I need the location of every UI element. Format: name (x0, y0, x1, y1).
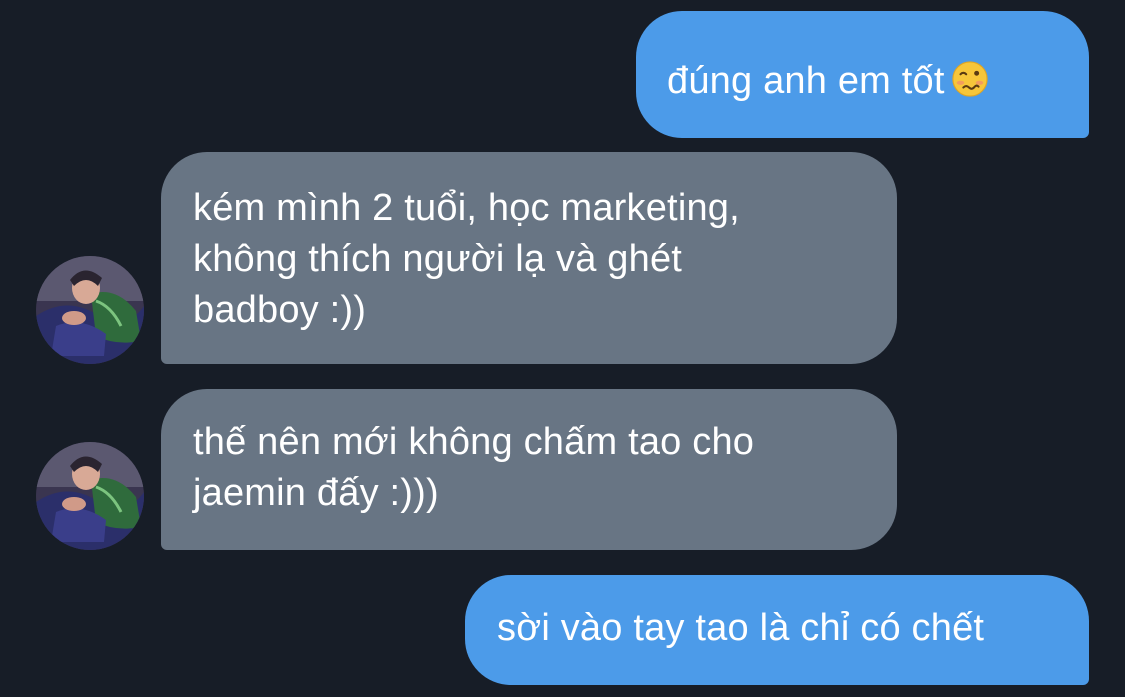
avatar[interactable] (36, 256, 144, 364)
message-bubble-outgoing[interactable]: sời vào tay tao là chỉ có chết (465, 575, 1089, 685)
message-text: thế nên mới không chấm tao cho (193, 421, 755, 463)
message-text: sời vào tay tao là chỉ có chết (497, 607, 985, 649)
message-text: kém mình 2 tuổi, học marketing, (193, 187, 740, 229)
woozy-face-icon (951, 61, 988, 97)
message-bubble-incoming[interactable]: kém mình 2 tuổi, học marketing, không th… (161, 152, 897, 364)
message-text: đúng anh em tốt (667, 56, 1089, 107)
avatar-photo (36, 256, 144, 364)
avatar[interactable] (36, 442, 144, 550)
chat-thread: đúng anh em tốt kém mình 2 tuổi, học mar… (0, 0, 1125, 697)
message-text: không thích người lạ và ghét (193, 238, 683, 280)
message-bubble-outgoing[interactable]: đúng anh em tốt (636, 11, 1089, 138)
message-bubble-incoming[interactable]: thế nên mới không chấm tao cho jaemin đấ… (161, 389, 897, 550)
avatar-photo (36, 442, 144, 550)
message-text: jaemin đấy :))) (193, 472, 439, 514)
message-text: badboy :)) (193, 289, 367, 331)
